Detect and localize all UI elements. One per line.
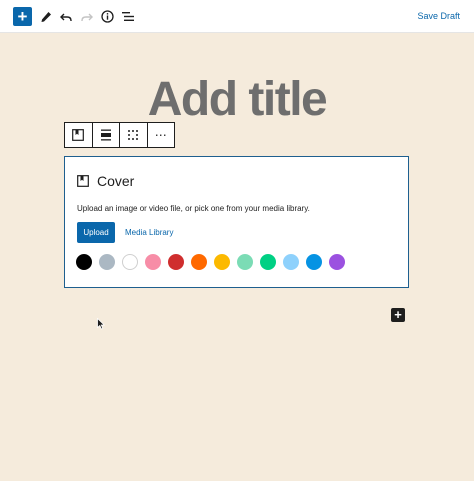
- color-swatch[interactable]: [329, 254, 345, 270]
- color-swatch[interactable]: [99, 254, 115, 270]
- info-icon: [101, 10, 114, 23]
- save-draft-button[interactable]: Save Draft: [417, 11, 460, 21]
- drag-handle-button[interactable]: [120, 123, 148, 147]
- color-swatch[interactable]: [168, 254, 184, 270]
- add-block-button[interactable]: +: [13, 7, 32, 26]
- color-swatch[interactable]: [260, 254, 276, 270]
- color-swatch[interactable]: [145, 254, 161, 270]
- color-swatch[interactable]: [76, 254, 92, 270]
- block-inserter-button[interactable]: +: [391, 308, 405, 322]
- cover-block-placeholder[interactable]: Cover Upload an image or video file, or …: [64, 156, 409, 288]
- media-library-button[interactable]: Media Library: [125, 228, 173, 237]
- mouse-cursor-icon: [97, 318, 105, 330]
- color-swatch[interactable]: [237, 254, 253, 270]
- redo-button[interactable]: [80, 7, 94, 26]
- list-view-button[interactable]: [121, 7, 135, 26]
- cover-instructions: Upload an image or video file, or pick o…: [77, 204, 310, 213]
- block-type-button[interactable]: [65, 123, 93, 147]
- cover-label: Cover: [97, 173, 135, 189]
- post-title-input[interactable]: Add title: [0, 72, 474, 127]
- list-view-icon: [122, 12, 134, 21]
- color-swatch[interactable]: [214, 254, 230, 270]
- cover-header: Cover: [77, 173, 134, 189]
- more-options-icon: ⋯: [154, 128, 167, 142]
- redo-icon: [81, 13, 93, 21]
- cover-icon: [77, 175, 89, 187]
- color-swatch[interactable]: [283, 254, 299, 270]
- tools-button[interactable]: [39, 7, 53, 26]
- color-swatch[interactable]: [191, 254, 207, 270]
- plus-icon: +: [17, 7, 28, 26]
- color-palette: [76, 254, 352, 270]
- plus-icon: +: [394, 307, 402, 322]
- undo-button[interactable]: [59, 7, 73, 26]
- color-swatch[interactable]: [122, 254, 138, 270]
- upload-button[interactable]: Upload: [77, 222, 115, 243]
- details-button[interactable]: [100, 7, 115, 26]
- cover-block-icon: [72, 129, 85, 141]
- undo-icon: [60, 13, 72, 21]
- more-options-button[interactable]: ⋯: [148, 123, 175, 147]
- editor-header: + Save Draft: [0, 0, 474, 33]
- align-button[interactable]: [93, 123, 120, 147]
- color-swatch[interactable]: [306, 254, 322, 270]
- drag-handle-icon: [128, 130, 139, 140]
- block-toolbar: ⋯: [64, 122, 175, 148]
- pencil-icon: [41, 11, 51, 22]
- align-icon: [100, 129, 111, 141]
